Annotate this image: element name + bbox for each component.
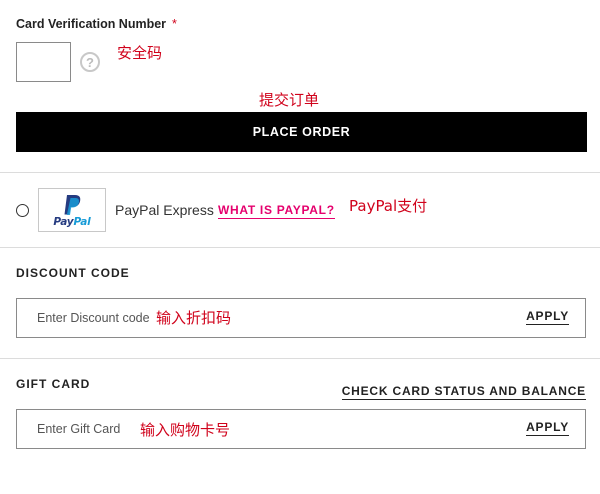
place-order-annotation: 提交订单 — [259, 91, 320, 109]
discount-code-input[interactable] — [17, 299, 507, 337]
cvv-input[interactable] — [16, 42, 71, 82]
discount-annotation: 输入折扣码 — [156, 309, 232, 327]
paypal-logo: PayPal — [38, 188, 106, 232]
divider — [0, 172, 600, 173]
help-icon[interactable]: ? — [80, 52, 100, 72]
cvv-annotation: 安全码 — [117, 44, 163, 62]
discount-code-box: 输入折扣码 APPLY — [16, 298, 586, 338]
cvv-label-row: Card Verification Number * — [16, 17, 177, 31]
gift-card-input[interactable] — [17, 410, 507, 448]
check-card-balance-link[interactable]: CHECK CARD STATUS AND BALANCE — [341, 384, 586, 400]
paypal-wordmark-pay: Pay — [53, 216, 74, 228]
paypal-wordmark: PayPal — [39, 216, 105, 228]
gift-card-box: 输入购物卡号 APPLY — [16, 409, 586, 449]
divider — [0, 358, 600, 359]
paypal-annotation: PayPal支付 — [349, 197, 428, 215]
apply-discount-button[interactable]: APPLY — [526, 309, 569, 325]
paypal-radio[interactable] — [16, 204, 29, 217]
paypal-express-label: PayPal Express — [115, 202, 214, 218]
paypal-wordmark-pal: Pal — [73, 216, 91, 228]
discount-code-title: DISCOUNT CODE — [16, 266, 130, 280]
cvv-label: Card Verification Number — [16, 17, 167, 31]
paypal-p-icon — [64, 195, 81, 215]
gift-card-annotation: 输入购物卡号 — [140, 421, 231, 439]
apply-gift-card-button[interactable]: APPLY — [526, 420, 569, 436]
divider — [0, 247, 600, 248]
place-order-button[interactable]: PLACE ORDER — [16, 112, 587, 152]
gift-card-title: GIFT CARD — [16, 377, 91, 391]
what-is-paypal-link[interactable]: WHAT IS PAYPAL? — [218, 203, 335, 219]
required-marker: * — [172, 17, 177, 31]
